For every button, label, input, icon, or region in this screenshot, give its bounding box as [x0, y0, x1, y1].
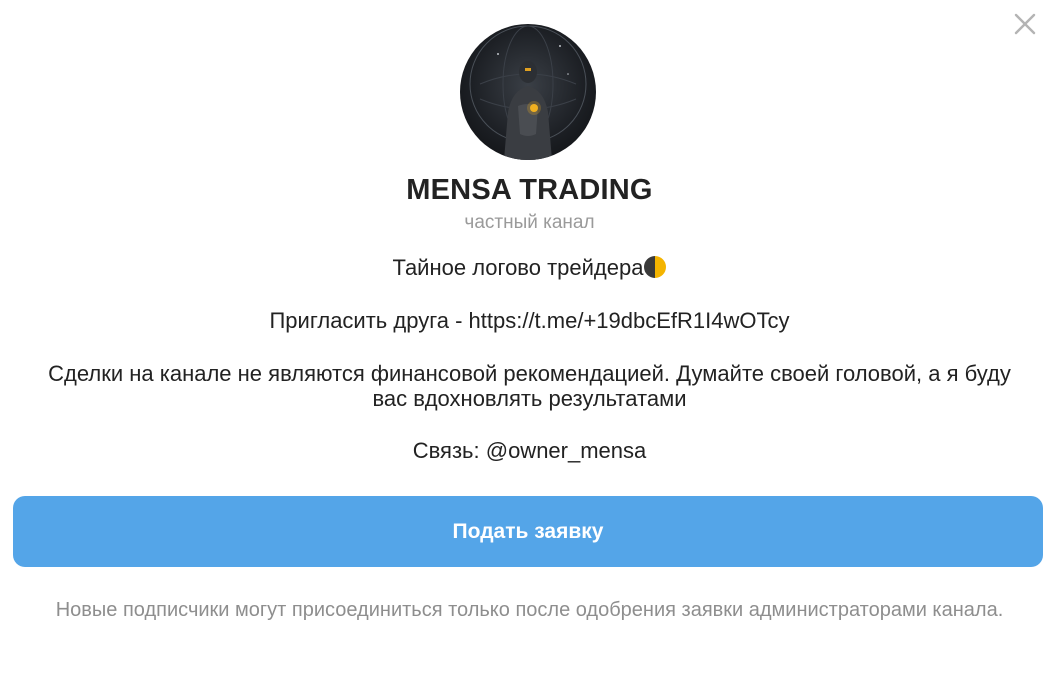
submit-request-button[interactable]: Подать заявку [13, 496, 1043, 567]
channel-avatar [460, 24, 596, 160]
contact-line[interactable]: Связь: @owner_mensa [30, 438, 1029, 463]
new-moon-half-icon [644, 256, 667, 278]
invite-link-line[interactable]: Пригласить друга - https://t.me/+19dbcEf… [30, 308, 1029, 333]
avatar-figure-image [469, 25, 587, 160]
channel-type-label: частный канал [464, 212, 595, 233]
join-request-sheet: MENSA TRADING частный канал Тайное логов… [0, 0, 1059, 679]
description-text: Тайное логово трейдера [392, 255, 644, 280]
close-icon [1014, 13, 1036, 35]
channel-title: MENSA TRADING [406, 174, 653, 206]
description-line-1: Тайное логово трейдера [30, 255, 1029, 280]
close-button[interactable] [1009, 8, 1041, 40]
approval-note: Новые подписчики могут присоединиться то… [55, 599, 1004, 621]
disclaimer-text: Сделки на канале не являются финансовой … [48, 361, 1011, 411]
